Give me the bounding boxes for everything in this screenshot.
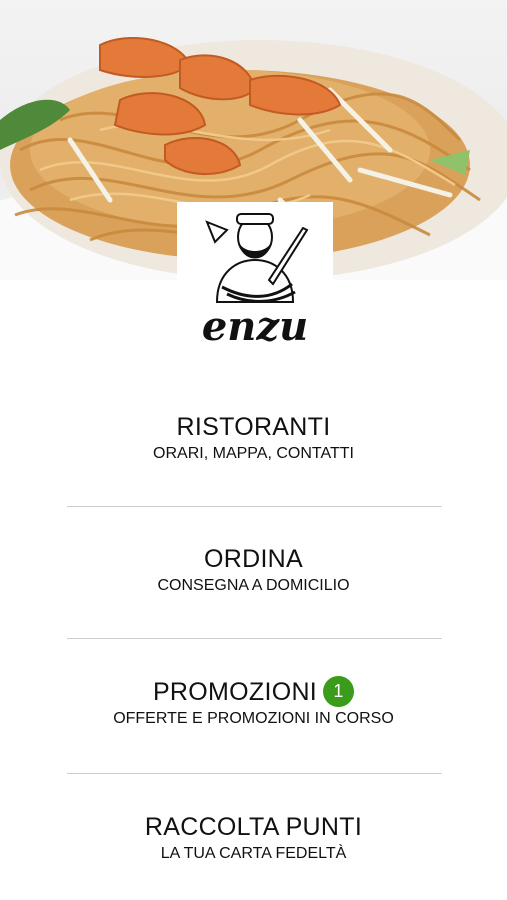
enzu-logo: enzu bbox=[177, 202, 333, 350]
menu-subtitle: OFFERTE E PROMOZIONI IN CORSO bbox=[113, 710, 394, 727]
promo-count-badge: 1 bbox=[323, 676, 355, 707]
menu-subtitle: ORARI, MAPPA, CONTATTI bbox=[153, 445, 354, 462]
logo-wordmark: enzu bbox=[202, 303, 308, 350]
menu-item-ordina[interactable]: ORDINA CONSEGNA A DOMICILIO bbox=[0, 544, 507, 596]
menu-title: RACCOLTA PUNTI bbox=[144, 813, 363, 841]
menu-subtitle: LA TUA CARTA FEDELTÀ bbox=[160, 845, 347, 862]
divider bbox=[67, 773, 442, 774]
menu-subtitle: CONSEGNA A DOMICILIO bbox=[157, 577, 350, 594]
menu-title: ORDINA bbox=[203, 545, 304, 573]
menu-title: PROMOZIONI bbox=[152, 678, 318, 706]
menu-title-row: PROMOZIONI 1 bbox=[0, 676, 507, 707]
divider bbox=[67, 506, 442, 507]
menu-title: RISTORANTI bbox=[176, 413, 331, 441]
chef-logo-illustration: enzu bbox=[202, 213, 309, 350]
menu-item-ristoranti[interactable]: RISTORANTI ORARI, MAPPA, CONTATTI bbox=[0, 412, 507, 464]
menu-item-promozioni[interactable]: PROMOZIONI 1 OFFERTE E PROMOZIONI IN CORS… bbox=[0, 676, 507, 729]
divider bbox=[67, 638, 442, 639]
menu-item-raccolta-punti[interactable]: RACCOLTA PUNTI LA TUA CARTA FEDELTÀ bbox=[0, 812, 507, 864]
